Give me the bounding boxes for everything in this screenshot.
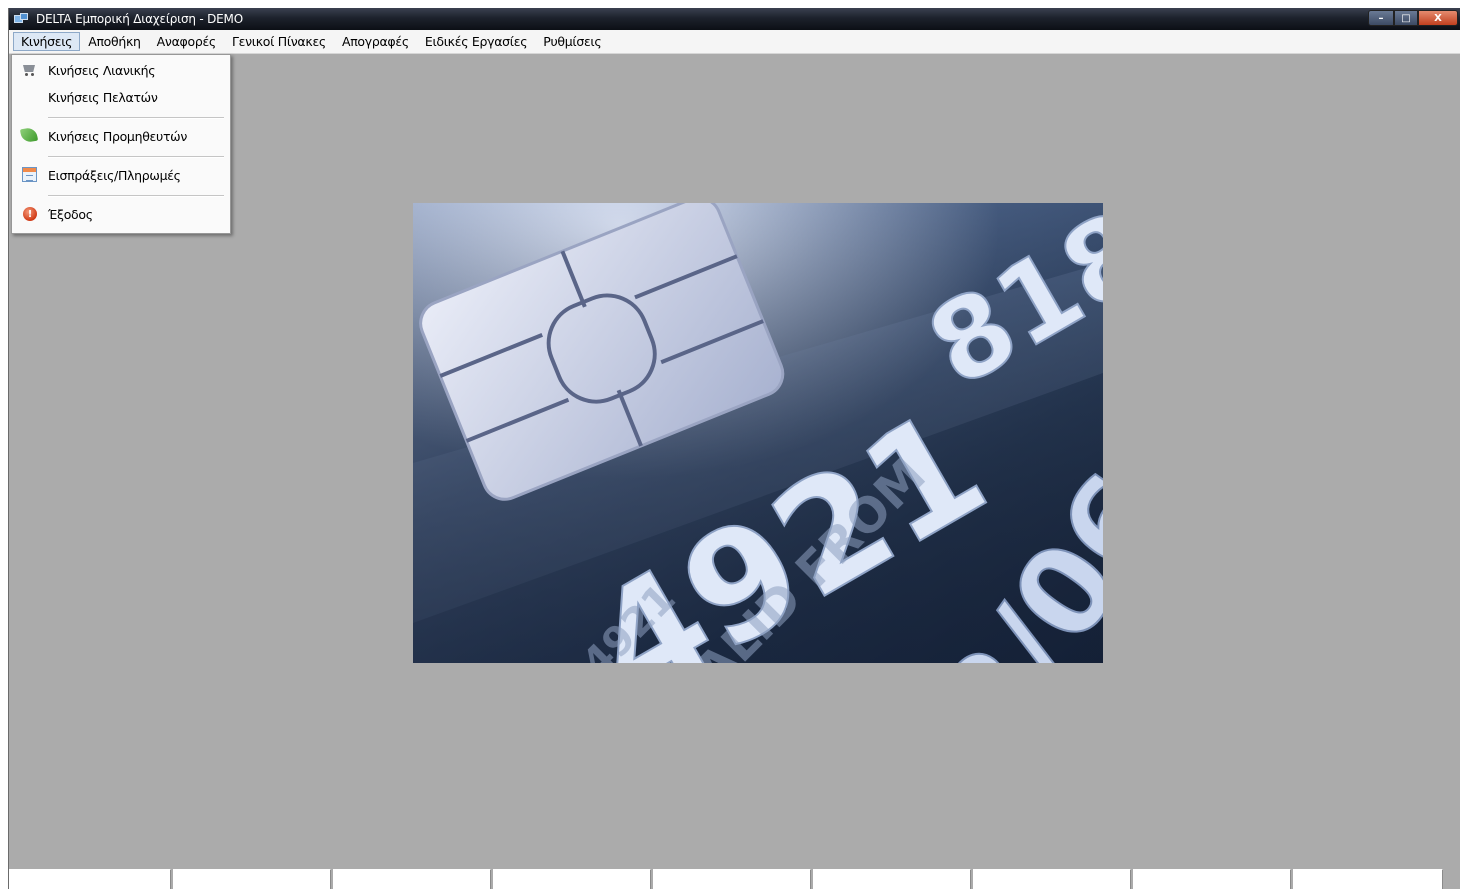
- menu-item-eispraxeis-pliromes[interactable]: Εισπράξεις/Πληρωμές: [12, 163, 230, 187]
- status-panel: [1133, 869, 1291, 889]
- status-panel: [653, 869, 811, 889]
- exit-icon: !: [23, 207, 37, 221]
- status-panel: [813, 869, 971, 889]
- window-controls: – □ X: [1368, 10, 1458, 26]
- menu-item-kiniseis-promitheuton[interactable]: Κινήσεις Προμηθευτών: [12, 124, 230, 148]
- status-panel: [1293, 869, 1443, 889]
- menu-bar: Κινήσεις Αποθήκη Αναφορές Γενικοί Πίνακε…: [9, 30, 1460, 54]
- cart-icon: [21, 63, 37, 77]
- menu-separator: [48, 117, 224, 119]
- menu-item-kiniseis-pelaton[interactable]: Κινήσεις Πελατών: [12, 85, 230, 109]
- calendar-icon: [22, 167, 37, 182]
- menu-item-kiniseis-lianikis[interactable]: Κινήσεις Λιανικής: [12, 58, 230, 82]
- menu-anafores[interactable]: Αναφορές: [149, 32, 224, 51]
- menu-genikoi-pinakes[interactable]: Γενικοί Πίνακες: [224, 32, 334, 51]
- menu-eidikes-ergasies[interactable]: Ειδικές Εργασίες: [417, 32, 535, 51]
- menu-kiniseis[interactable]: Κινήσεις: [13, 32, 81, 51]
- window-title: DELTA Εμπορική Διαχείριση - DEMO: [36, 12, 243, 26]
- status-panel: [333, 869, 491, 889]
- menu-item-label: Κινήσεις Πελατών: [48, 89, 158, 105]
- title-bar[interactable]: DELTA Εμπορική Διαχείριση - DEMO – □ X: [9, 8, 1460, 30]
- app-window: DELTA Εμπορική Διαχείριση - DEMO – □ X Κ…: [8, 8, 1460, 889]
- close-button[interactable]: X: [1418, 10, 1458, 26]
- app-icon[interactable]: [14, 12, 30, 26]
- menu-item-label: Έξοδος: [48, 206, 93, 222]
- menu-item-label: Εισπράξεις/Πληρωμές: [48, 167, 181, 183]
- menu-item-label: Κινήσεις Λιανικής: [48, 62, 156, 78]
- kiniseis-dropdown-menu: Κινήσεις Λιανικής Κινήσεις Πελατών Κινήσ…: [11, 54, 231, 234]
- menu-separator: [48, 156, 224, 158]
- splash-image: 4921 818 2/06 VALID FROM 4921: [413, 203, 1103, 663]
- credit-card-image: 4921 818 2/06 VALID FROM 4921: [413, 203, 1103, 663]
- status-panel: [173, 869, 331, 889]
- status-bar: [9, 867, 1460, 889]
- menu-apografes[interactable]: Απογραφές: [334, 32, 417, 51]
- status-panel: [973, 869, 1131, 889]
- menu-item-exodos[interactable]: ! Έξοδος: [12, 202, 230, 226]
- status-panel: [493, 869, 651, 889]
- maximize-button[interactable]: □: [1394, 10, 1418, 26]
- leaf-icon: [19, 126, 39, 144]
- menu-item-label: Κινήσεις Προμηθευτών: [48, 128, 188, 144]
- minimize-button[interactable]: –: [1368, 10, 1394, 26]
- menu-rythmiseis[interactable]: Ρυθμίσεις: [535, 32, 609, 51]
- menu-apothiki[interactable]: Αποθήκη: [80, 32, 148, 51]
- status-panel: [9, 869, 171, 889]
- menu-separator: [48, 195, 224, 197]
